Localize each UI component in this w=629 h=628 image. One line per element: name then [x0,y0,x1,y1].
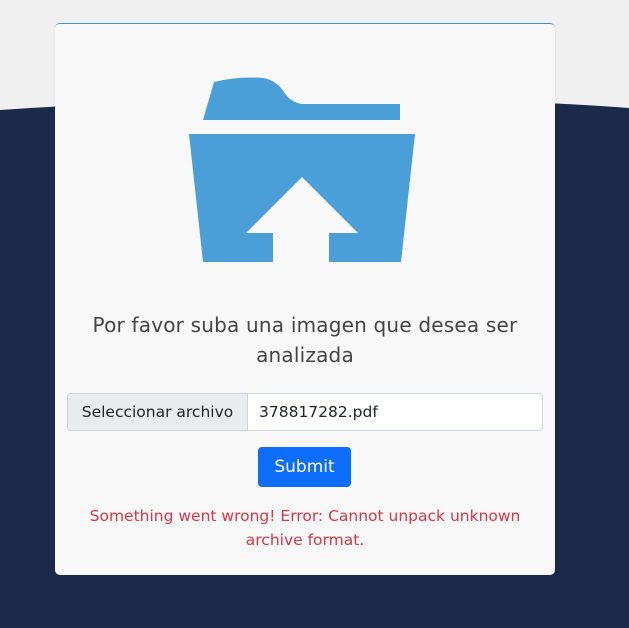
upload-prompt: Por favor suba una imagen que desea ser … [92,313,518,367]
selected-file-name: 378817282.pdf [259,403,378,421]
upload-card: Por favor suba una imagen que desea ser … [55,23,555,575]
submit-button[interactable]: Submit [258,447,351,487]
folder-upload-icon [188,76,416,262]
select-file-button[interactable]: Seleccionar archivo [68,394,248,430]
error-message: Something went wrong! Error: Cannot unpa… [89,507,521,549]
file-input[interactable]: Seleccionar archivo 378817282.pdf [67,393,543,431]
